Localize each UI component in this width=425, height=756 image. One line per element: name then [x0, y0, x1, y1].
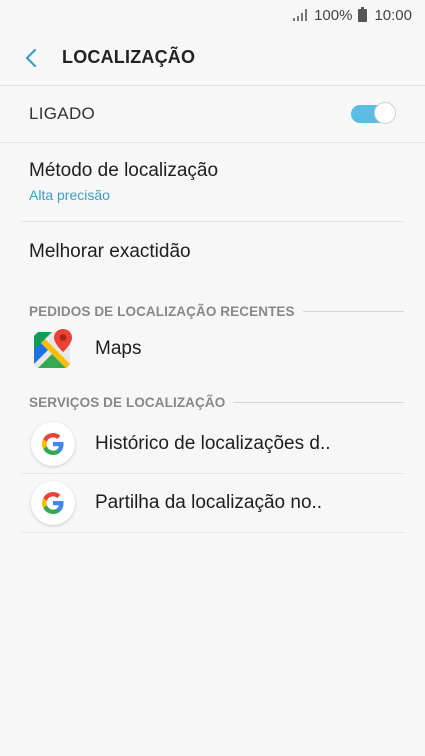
icon-wrapper: [31, 422, 75, 466]
service-name-location-sharing: Partilha da localização no..: [95, 492, 323, 513]
app-item-maps[interactable]: Maps: [21, 324, 404, 374]
location-method-title: Método de localização: [29, 160, 219, 181]
master-switch-row[interactable]: LIGADO: [0, 86, 425, 143]
improve-accuracy-item[interactable]: Melhorar exactidão: [21, 222, 404, 282]
page-title: LOCALIZAÇÃO: [62, 47, 196, 67]
location-settings-screen: 100% 10:00 LOCALIZAÇÃO LIGADO Método de …: [0, 0, 425, 756]
signal-icon: [293, 9, 308, 21]
section-divider: [233, 401, 404, 403]
back-button[interactable]: [0, 30, 62, 85]
service-item-location-history[interactable]: Histórico de localizações d..: [21, 415, 404, 474]
improve-accuracy-title: Melhorar exactidão: [29, 241, 191, 262]
master-switch-label: LIGADO: [29, 104, 96, 123]
back-arrow-icon: [25, 48, 37, 67]
location-method-value: Alta precisão: [29, 187, 110, 203]
icon-wrapper: [31, 481, 75, 525]
service-item-location-sharing[interactable]: Partilha da localização no..: [21, 474, 404, 533]
recent-requests-title: PEDIDOS DE LOCALIZAÇÃO RECENTES: [29, 303, 295, 319]
app-bar: LOCALIZAÇÃO: [0, 30, 425, 86]
battery-icon: [358, 6, 368, 22]
google-g-icon: [31, 422, 75, 466]
recent-requests-header: PEDIDOS DE LOCALIZAÇÃO RECENTES: [21, 298, 404, 324]
clock: 10:00: [374, 6, 412, 24]
google-maps-icon: [31, 327, 75, 371]
location-toggle[interactable]: [351, 102, 396, 126]
google-g-icon: [31, 481, 75, 525]
settings-list: Método de localização Alta precisão Melh…: [0, 143, 425, 533]
status-bar: 100% 10:00: [0, 0, 425, 30]
app-name-maps: Maps: [95, 338, 142, 359]
battery-percent: 100%: [314, 6, 353, 24]
service-name-location-history: Histórico de localizações d..: [95, 433, 331, 454]
location-method-item[interactable]: Método de localização Alta precisão: [21, 143, 404, 222]
section-divider: [302, 310, 404, 312]
location-services-header: SERVIÇOS DE LOCALIZAÇÃO: [21, 389, 404, 415]
toggle-knob: [374, 102, 396, 124]
location-services-title: SERVIÇOS DE LOCALIZAÇÃO: [29, 394, 226, 410]
